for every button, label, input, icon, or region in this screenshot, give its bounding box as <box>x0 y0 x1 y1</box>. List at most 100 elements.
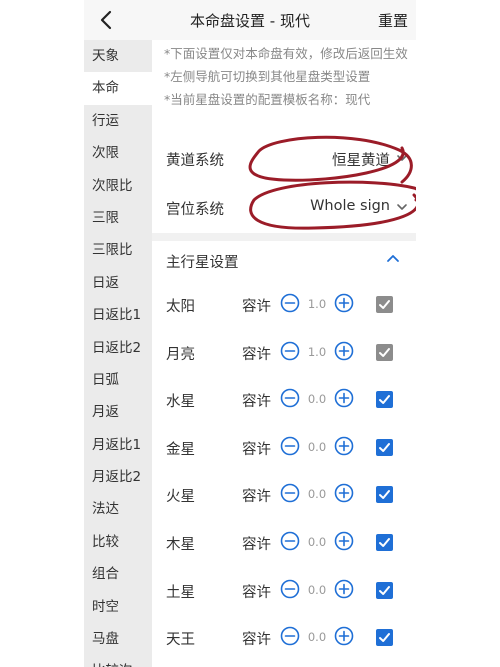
planet-enable-checkbox[interactable] <box>376 581 393 599</box>
minus-circle-icon <box>280 531 300 551</box>
zodiac-system-row[interactable]: 黄道系统 恒星黄道 <box>152 135 416 183</box>
check-icon <box>379 300 390 309</box>
planet-row: 土星 容许 0.0 <box>152 568 416 616</box>
sidebar-item[interactable]: 天象 <box>84 40 152 72</box>
planet-enable-checkbox[interactable] <box>376 486 393 504</box>
plus-circle-icon <box>334 341 354 360</box>
minus-circle-icon <box>280 626 300 646</box>
decrease-tolerance-button[interactable] <box>280 483 300 507</box>
planet-enable-checkbox[interactable] <box>376 391 393 409</box>
plus-circle-icon <box>334 531 354 551</box>
check-icon <box>379 633 390 643</box>
decrease-tolerance-button[interactable] <box>280 341 300 365</box>
increase-tolerance-button[interactable] <box>334 388 354 412</box>
settings-content: *下面设置仅对本命盘有效，修改后返回生效 *左侧导航可切换到其他星盘类型设置 *… <box>152 40 416 667</box>
tolerance-value: 0.0 <box>307 392 327 407</box>
page-title: 本命盘设置 - 现代 <box>190 12 310 30</box>
tolerance-label: 容许 <box>242 346 271 363</box>
minus-circle-icon <box>280 579 300 598</box>
chevron-down-icon <box>397 155 407 161</box>
house-system-label: 宫位系统 <box>166 202 224 218</box>
minus-circle-icon <box>280 293 300 313</box>
sidebar-item[interactable]: 日返比2 <box>84 332 152 364</box>
sidebar-item[interactable]: 日返比1 <box>84 299 152 331</box>
planet-name: 火星 <box>166 489 195 506</box>
decrease-tolerance-button[interactable] <box>280 436 300 460</box>
check-icon <box>379 395 390 405</box>
sidebar-item[interactable]: 次限比 <box>84 170 152 202</box>
tolerance-value: 1.0 <box>307 344 327 359</box>
section-divider <box>152 233 416 241</box>
planet-row: 火星 容许 0.0 <box>152 472 416 520</box>
increase-tolerance-button[interactable] <box>334 436 354 460</box>
section-title: 主行星设置 <box>166 255 239 271</box>
check-icon <box>379 538 390 547</box>
planet-row: 月亮 容许 1.0 <box>152 330 416 378</box>
minus-circle-icon <box>280 436 300 456</box>
decrease-tolerance-button[interactable] <box>280 531 300 555</box>
tolerance-label: 容许 <box>242 584 271 601</box>
sidebar-item[interactable]: 日返 <box>84 267 152 299</box>
increase-tolerance-button[interactable] <box>334 579 354 603</box>
chevron-left-icon <box>100 10 112 30</box>
decrease-tolerance-button[interactable] <box>280 626 300 650</box>
tolerance-label: 容许 <box>242 632 271 649</box>
increase-tolerance-button[interactable] <box>334 483 354 507</box>
chevron-down-icon <box>397 204 407 210</box>
house-system-row[interactable]: 宫位系统 Whole sign <box>152 184 416 232</box>
sidebar-item[interactable]: 月返比1 <box>84 429 152 461</box>
check-icon <box>379 490 390 500</box>
planet-enable-checkbox[interactable] <box>376 296 393 313</box>
zodiac-system-select[interactable]: 恒星黄道 <box>332 149 390 170</box>
sidebar-item[interactable]: 月返 <box>84 396 152 428</box>
nav-header: 本命盘设置 - 现代 重置 <box>84 0 416 41</box>
tolerance-value: 1.0 <box>307 297 327 311</box>
plus-circle-icon <box>334 484 354 503</box>
planet-enable-checkbox[interactable] <box>376 438 393 456</box>
decrease-tolerance-button[interactable] <box>280 388 300 412</box>
tolerance-label: 容许 <box>242 299 271 315</box>
minus-circle-icon <box>280 484 300 503</box>
sidebar-item[interactable]: 时空 <box>84 591 152 623</box>
increase-tolerance-button[interactable] <box>334 293 354 317</box>
sidebar-item[interactable]: 组合 <box>84 558 152 590</box>
increase-tolerance-button[interactable] <box>334 531 354 555</box>
planet-enable-checkbox[interactable] <box>376 534 393 551</box>
sidebar-item[interactable]: 法达 <box>84 493 152 525</box>
planet-enable-checkbox[interactable] <box>376 629 393 647</box>
planet-row: 天王 容许 0.0 <box>152 615 416 663</box>
minus-circle-icon <box>280 341 300 360</box>
sidebar-item[interactable]: 次限 <box>84 137 152 169</box>
chart-type-sidebar: 天象 本命 行运 次限 次限比 三限 三限比 日返 日返比1 日返比2 日弧 月返 月返比1 月返比2 法达… <box>84 40 152 667</box>
reset-button[interactable]: 重置 <box>378 10 408 31</box>
plus-circle-icon <box>334 579 354 598</box>
tolerance-label: 容许 <box>242 537 271 553</box>
sidebar-item[interactable]: 马盘 <box>84 623 152 655</box>
tolerance-value: 0.0 <box>307 487 327 502</box>
sidebar-item[interactable]: 比较次 <box>84 655 152 667</box>
planet-name: 金星 <box>166 441 195 458</box>
back-button[interactable] <box>94 6 120 34</box>
increase-tolerance-button[interactable] <box>334 341 354 365</box>
decrease-tolerance-button[interactable] <box>280 579 300 603</box>
sidebar-item[interactable]: 三限比 <box>84 234 152 266</box>
sidebar-item[interactable]: 行运 <box>84 105 152 137</box>
check-icon <box>379 347 390 357</box>
sidebar-item[interactable]: 三限 <box>84 202 152 234</box>
sidebar-item[interactable]: 比较 <box>84 526 152 558</box>
chevron-up-icon[interactable] <box>386 253 400 265</box>
decrease-tolerance-button[interactable] <box>280 293 300 317</box>
increase-tolerance-button[interactable] <box>334 626 354 650</box>
sidebar-item[interactable]: 日弧 <box>84 364 152 396</box>
sidebar-item[interactable]: 本命 <box>84 72 152 105</box>
planet-enable-checkbox[interactable] <box>376 343 393 361</box>
planet-row: 水星 容许 0.0 <box>152 377 416 425</box>
tolerance-value: 0.0 <box>307 439 327 454</box>
tolerance-label: 容许 <box>242 489 271 506</box>
sidebar-item[interactable]: 月返比2 <box>84 461 152 493</box>
plus-circle-icon <box>334 436 354 456</box>
tolerance-label: 容许 <box>242 394 271 411</box>
house-system-select[interactable]: Whole sign <box>310 198 390 214</box>
note-text: *左侧导航可切换到其他星盘类型设置 <box>164 69 371 84</box>
planet-name: 月亮 <box>166 346 195 363</box>
